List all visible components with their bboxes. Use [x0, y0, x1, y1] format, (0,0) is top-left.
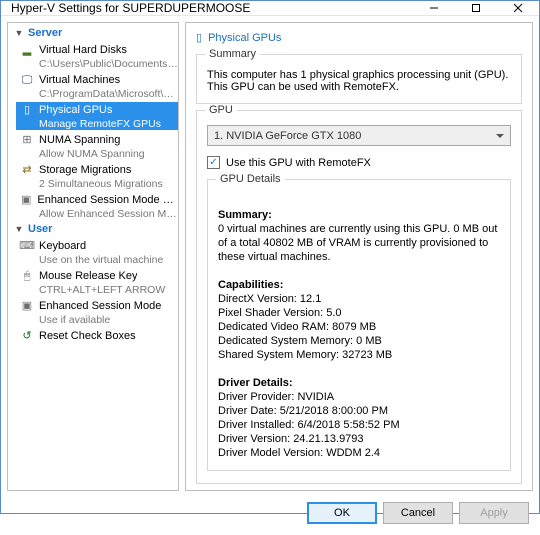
minimize-button[interactable]: [413, 1, 455, 15]
window-buttons: [413, 1, 539, 15]
content-title-row: ▯ Physical GPUs: [196, 29, 522, 48]
settings-window: Hyper-V Settings for SUPERDUPERMOOSE ▼ S…: [0, 0, 540, 514]
content-pane: ▯ Physical GPUs Summary This computer ha…: [185, 22, 533, 491]
vhd-icon: ▂: [20, 43, 34, 57]
use-remotefx-row[interactable]: ✓ Use this GPU with RemoteFX: [207, 154, 511, 171]
gpu-dropdown[interactable]: 1. NVIDIA GeForce GTX 1080: [207, 125, 511, 146]
gpu-details-group: GPU Details Summary: 0 virtual machines …: [207, 179, 511, 471]
titlebar: Hyper-V Settings for SUPERDUPERMOOSE: [1, 1, 539, 16]
maximize-button[interactable]: [455, 1, 497, 15]
storage-icon: ⇄: [20, 163, 34, 177]
nav-item-virtual-hard-disks[interactable]: ▂Virtual Hard Disks C:\Users\Public\Docu…: [8, 41, 178, 71]
policy-icon: ▣: [20, 193, 32, 207]
button-bar: OK Cancel Apply: [7, 497, 533, 529]
gpu-legend: GPU: [205, 104, 237, 116]
reset-icon: ↺: [20, 329, 34, 343]
mouse-icon: 🖱: [20, 269, 34, 283]
nav-item-reset-check-boxes[interactable]: ↺Reset Check Boxes: [8, 327, 178, 345]
section-user[interactable]: ▼ User: [8, 221, 178, 237]
keyboard-icon: ⌨: [20, 239, 34, 253]
maximize-icon: [471, 3, 481, 13]
checkbox-checked-icon[interactable]: ✓: [207, 156, 220, 169]
section-server[interactable]: ▼ Server: [8, 25, 178, 41]
nav-item-physical-gpus[interactable]: ▯Physical GPUs Manage RemoteFX GPUs: [8, 101, 178, 131]
gpu-details-text: Summary: 0 virtual machines are currentl…: [218, 194, 500, 460]
close-icon: [513, 3, 523, 13]
nav-item-numa-spanning[interactable]: ⊞NUMA Spanning Allow NUMA Spanning: [8, 131, 178, 161]
summary-group: Summary This computer has 1 physical gra…: [196, 54, 522, 104]
chevron-down-icon: ▼: [14, 28, 24, 38]
nav-item-enhanced-session-mode[interactable]: ▣Enhanced Session Mode Use if available: [8, 297, 178, 327]
section-label: User: [28, 223, 52, 235]
session-icon: ▣: [20, 299, 34, 313]
gpu-group: GPU 1. NVIDIA GeForce GTX 1080 ✓ Use thi…: [196, 110, 522, 484]
nav-item-mouse-release-key[interactable]: 🖱Mouse Release Key CTRL+ALT+LEFT ARROW: [8, 267, 178, 297]
close-button[interactable]: [497, 1, 539, 15]
content-title: Physical GPUs: [208, 32, 281, 44]
apply-button: Apply: [459, 502, 529, 524]
window-title: Hyper-V Settings for SUPERDUPERMOOSE: [11, 1, 413, 15]
nav-item-virtual-machines[interactable]: 🖵Virtual Machines C:\ProgramData\Microso…: [8, 71, 178, 101]
numa-icon: ⊞: [20, 133, 34, 147]
ok-button[interactable]: OK: [307, 502, 377, 524]
use-remotefx-label: Use this GPU with RemoteFX: [226, 157, 371, 169]
minimize-icon: [429, 3, 439, 13]
chevron-down-icon: ▼: [14, 224, 24, 234]
summary-text: This computer has 1 physical graphics pr…: [207, 69, 511, 93]
gpu-details-legend: GPU Details: [216, 173, 285, 185]
section-label: Server: [28, 27, 62, 39]
gpu-icon: ▯: [20, 103, 34, 117]
gpu-icon: ▯: [196, 31, 202, 44]
vm-icon: 🖵: [20, 73, 34, 87]
panes: ▼ Server ▂Virtual Hard Disks C:\Users\Pu…: [7, 22, 533, 491]
gpu-selected-value: 1. NVIDIA GeForce GTX 1080: [214, 130, 361, 142]
cancel-button[interactable]: Cancel: [383, 502, 453, 524]
summary-legend: Summary: [205, 48, 260, 60]
client-area: ▼ Server ▂Virtual Hard Disks C:\Users\Pu…: [1, 16, 539, 535]
nav-item-enhanced-session-policy[interactable]: ▣Enhanced Session Mode Policy Allow Enha…: [8, 191, 178, 221]
nav-item-storage-migrations[interactable]: ⇄Storage Migrations 2 Simultaneous Migra…: [8, 161, 178, 191]
nav-tree[interactable]: ▼ Server ▂Virtual Hard Disks C:\Users\Pu…: [7, 22, 179, 491]
nav-item-keyboard[interactable]: ⌨Keyboard Use on the virtual machine: [8, 237, 178, 267]
